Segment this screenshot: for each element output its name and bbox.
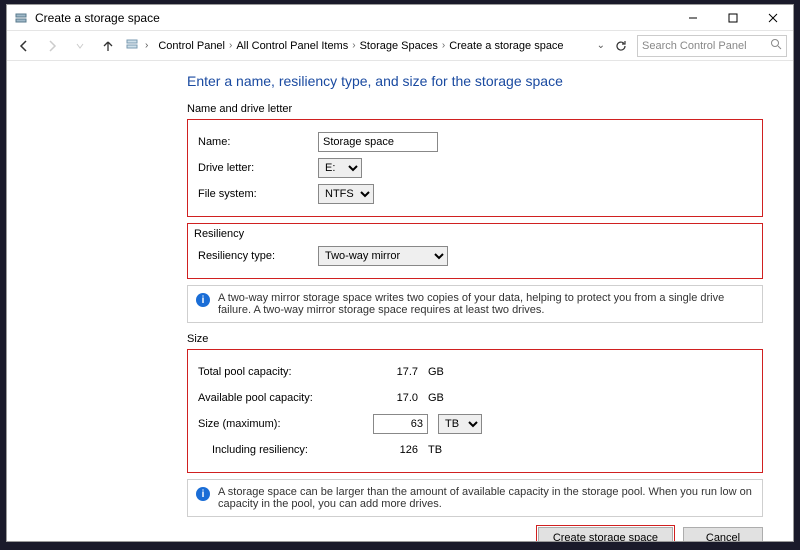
info-icon: i: [196, 487, 210, 501]
resiliency-info-text: A two-way mirror storage space writes tw…: [218, 292, 754, 316]
file-system-select[interactable]: NTFS: [318, 184, 374, 204]
including-resiliency-value: 126: [358, 444, 428, 456]
resiliency-section: Resiliency Resiliency type: Two-way mirr…: [187, 223, 763, 279]
window-title: Create a storage space: [35, 11, 160, 25]
titlebar: Create a storage space: [7, 5, 793, 31]
breadcrumb-item[interactable]: Storage Spaces: [360, 40, 438, 52]
breadcrumb-root[interactable]: Control Panel: [158, 40, 225, 52]
size-info-text: A storage space can be larger than the a…: [218, 486, 754, 510]
navbar: › Control Panel › All Control Panel Item…: [7, 31, 793, 61]
up-button[interactable]: [97, 35, 119, 57]
name-section: Name: Drive letter: E: File system: NTFS: [187, 119, 763, 217]
app-icon: [13, 10, 29, 26]
file-system-label: File system:: [198, 188, 318, 200]
breadcrumb-item[interactable]: All Control Panel Items: [236, 40, 348, 52]
create-storage-space-button[interactable]: Create storage space: [538, 527, 673, 541]
location-icon: [125, 37, 139, 54]
content-area: Enter a name, resiliency type, and size …: [7, 61, 793, 541]
window-frame: Create a storage space › Control P: [6, 4, 794, 542]
back-button[interactable]: [13, 35, 35, 57]
breadcrumb-item[interactable]: Create a storage space: [449, 40, 563, 52]
available-capacity-label: Available pool capacity:: [198, 392, 358, 404]
available-capacity-value: 17.0: [358, 392, 428, 404]
size-max-label: Size (maximum):: [198, 418, 358, 430]
maximize-button[interactable]: [713, 5, 753, 31]
resiliency-info: i A two-way mirror storage space writes …: [187, 285, 763, 323]
resiliency-type-label: Resiliency type:: [198, 250, 318, 262]
chevron-right-icon: ›: [229, 40, 232, 51]
total-capacity-value: 17.7: [358, 366, 428, 378]
section-label-size: Size: [187, 333, 763, 345]
chevron-right-icon: ›: [442, 40, 445, 51]
close-button[interactable]: [753, 5, 793, 31]
refresh-button[interactable]: [611, 35, 631, 57]
recent-dropdown[interactable]: [69, 35, 91, 57]
info-icon: i: [196, 293, 210, 307]
chevron-right-icon: ›: [145, 40, 148, 51]
available-capacity-unit: GB: [428, 392, 468, 404]
forward-button[interactable]: [41, 35, 63, 57]
total-capacity-unit: GB: [428, 366, 468, 378]
including-resiliency-label: Including resiliency:: [198, 444, 358, 456]
including-resiliency-unit: TB: [428, 444, 468, 456]
section-label-resiliency: Resiliency: [194, 228, 752, 240]
search-input[interactable]: Search Control Panel: [637, 35, 787, 57]
section-label-name: Name and drive letter: [187, 103, 763, 115]
cancel-button[interactable]: Cancel: [683, 527, 763, 541]
footer-buttons: Create storage space Cancel: [187, 527, 763, 541]
search-icon: [770, 38, 782, 53]
chevron-right-icon: ›: [352, 40, 355, 51]
search-placeholder: Search Control Panel: [642, 40, 747, 52]
breadcrumb[interactable]: Control Panel › All Control Panel Items …: [154, 35, 590, 57]
resiliency-type-select[interactable]: Two-way mirror: [318, 246, 448, 266]
page-title: Enter a name, resiliency type, and size …: [187, 73, 763, 89]
drive-letter-select[interactable]: E:: [318, 158, 362, 178]
total-capacity-label: Total pool capacity:: [198, 366, 358, 378]
size-info: i A storage space can be larger than the…: [187, 479, 763, 517]
drive-letter-label: Drive letter:: [198, 162, 318, 174]
minimize-button[interactable]: [673, 5, 713, 31]
size-section: Total pool capacity: 17.7 GB Available p…: [187, 349, 763, 473]
chevron-down-icon[interactable]: ⌄: [597, 40, 605, 51]
name-input[interactable]: [318, 132, 438, 152]
size-max-input[interactable]: [373, 414, 428, 434]
name-label: Name:: [198, 136, 318, 148]
size-max-unit-select[interactable]: TB: [438, 414, 482, 434]
